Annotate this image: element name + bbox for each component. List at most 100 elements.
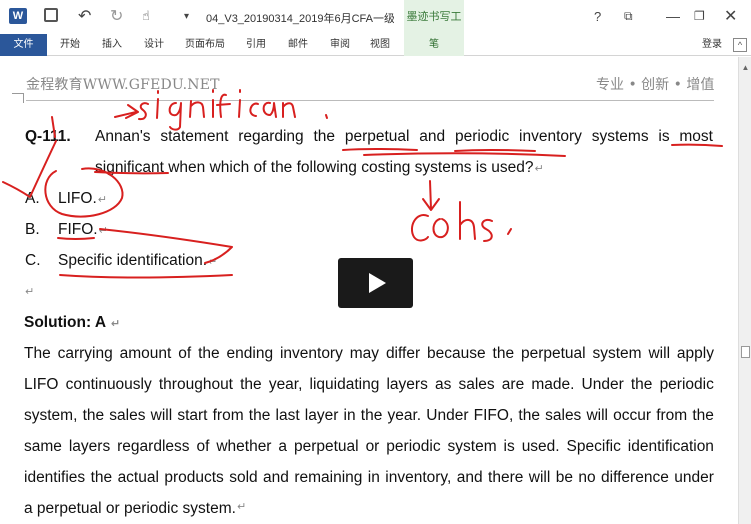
word: throughout [158, 376, 233, 393]
word: amount [119, 345, 172, 362]
tab-review[interactable]: 审阅 [324, 34, 356, 56]
solution-line-6: a perpetual or periodic system. ↵ [24, 500, 714, 518]
paragraph-mark: ↵ [110, 318, 121, 330]
option-c-text: Specific identification.↵ [58, 252, 217, 270]
word: liquidating [309, 376, 380, 393]
tab-design[interactable]: 设计 [138, 34, 170, 56]
word: in [343, 407, 356, 424]
word: start [177, 407, 208, 424]
word: and [419, 128, 446, 145]
word: last [275, 407, 300, 424]
word: difference [601, 469, 669, 486]
tab-page-layout[interactable]: 页面布局 [181, 34, 229, 56]
restore-icon[interactable]: ❐ [694, 8, 705, 24]
scroll-up-icon[interactable]: ▲ [739, 63, 751, 73]
question-text-line-1: Annan's statement regarding the perpetual and… [95, 128, 713, 146]
touch-mode-icon[interactable]: ☝ [142, 8, 150, 24]
word: identification [627, 438, 714, 455]
word: system [592, 345, 642, 362]
word: will [648, 345, 671, 362]
video-play-button[interactable] [338, 258, 413, 308]
customize-toolbar-icon[interactable]: ▾ [184, 8, 189, 24]
word: occur [613, 407, 652, 424]
question-text-line-2: significant when which of the following … [95, 159, 544, 177]
close-icon[interactable]: ✕ [724, 8, 737, 25]
word: layers [386, 376, 428, 393]
tab-pen[interactable]: 笔 [404, 34, 464, 56]
word: or [365, 438, 380, 455]
word: sales [458, 376, 495, 393]
tab-insert[interactable]: 插入 [96, 34, 128, 56]
collapse-ribbon-icon[interactable]: ^ [733, 38, 747, 52]
word: perpetual [344, 128, 410, 145]
tab-file[interactable]: 文件 [0, 34, 47, 56]
word: system [447, 438, 497, 455]
word: of [178, 345, 192, 362]
vertical-scrollbar[interactable]: ▲ [738, 57, 751, 524]
word: and [456, 469, 483, 486]
word: periodic [659, 376, 714, 393]
word: sold [229, 469, 258, 486]
word: actual [117, 469, 159, 486]
header-motto: 专业 • 创新 • 增值 [596, 77, 715, 93]
word: perpetual [520, 345, 586, 362]
word: periodic [386, 438, 441, 455]
tab-references[interactable]: 引用 [240, 34, 272, 56]
word: perpetual [293, 438, 359, 455]
empty-paragraph-mark: ↵ [25, 286, 35, 298]
word: made. [531, 376, 575, 393]
tab-mailings[interactable]: 邮件 [282, 34, 314, 56]
option-a-text: LIFO.↵ [58, 190, 107, 208]
word: are [501, 376, 525, 393]
header-divider [26, 100, 714, 101]
ink-underline-perpetual [342, 148, 418, 151]
option-a-label: LIFO. [58, 190, 97, 207]
scroll-thumb[interactable] [741, 346, 750, 358]
word: as [434, 376, 452, 393]
word: the [492, 345, 515, 362]
tab-view[interactable]: 视图 [364, 34, 396, 56]
word: LIFO [24, 376, 59, 393]
word: a perpetual or periodic system. [24, 500, 236, 517]
word: the [360, 407, 383, 424]
word: will [150, 407, 173, 424]
option-b-letter: B. [25, 221, 40, 238]
ribbon-display-options-icon[interactable]: ⧉ [624, 8, 633, 24]
word: the [90, 469, 113, 486]
ink-word-cohs [410, 201, 493, 242]
word: year, [268, 376, 303, 393]
word: The [24, 345, 51, 362]
solution-heading: Solution: A ↵ [24, 314, 120, 332]
word: whether [216, 438, 272, 455]
word: regardless [117, 438, 190, 455]
solution-heading-text: Solution: A [24, 314, 106, 331]
document-title: 04_V3_20190314_2019年6月CFA一级百题预... [206, 13, 394, 25]
word: Under [581, 376, 624, 393]
redo-icon[interactable]: ↻ [110, 8, 123, 25]
sign-in-link[interactable]: 登录 [702, 34, 722, 56]
minimize-icon[interactable]: — [666, 8, 680, 24]
word: year. [387, 407, 422, 424]
word: ending [226, 345, 274, 362]
save-icon[interactable] [44, 8, 58, 22]
solution-line-4: same layers regardless of whether a perpetual o… [24, 438, 714, 456]
option-c-letter: C. [25, 252, 41, 269]
undo-icon[interactable]: ↶ [78, 8, 91, 25]
word: inventory, [385, 469, 452, 486]
word: inventory [519, 128, 582, 145]
paragraph-mark: ↵ [208, 256, 218, 268]
word: no [578, 469, 596, 486]
word: the [240, 376, 262, 393]
document-canvas[interactable]: 金程教育WWW.GFEDU.NET 专业 • 创新 • 增值 Q-111. An… [0, 57, 738, 524]
ink-arrow-top [114, 104, 139, 119]
help-icon[interactable]: ? [594, 8, 601, 24]
word: is [658, 128, 670, 145]
word: the [630, 376, 653, 393]
word: regarding [238, 128, 304, 145]
word: the [313, 128, 336, 145]
word: apply [676, 345, 714, 362]
word-app-icon[interactable]: W [9, 8, 27, 24]
word: from [656, 407, 688, 424]
word: statement [160, 128, 229, 145]
tab-home[interactable]: 开始 [54, 34, 86, 56]
